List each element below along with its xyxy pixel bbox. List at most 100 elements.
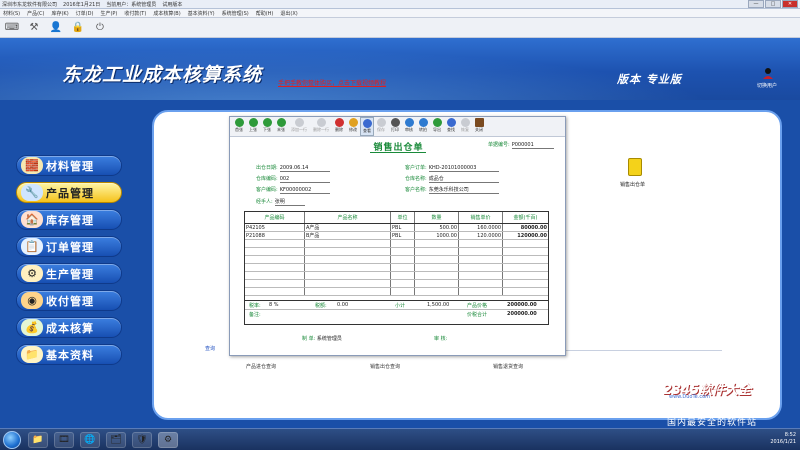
minimize-button[interactable]: — [748, 0, 764, 8]
warehouse-code-label: 仓库编码: [256, 176, 278, 182]
menu-help[interactable]: 帮助(H) [256, 10, 274, 17]
sidebar-item-cost[interactable]: 💰 成本核算 [16, 317, 122, 338]
sales-note-icon[interactable] [628, 158, 642, 176]
export-button[interactable]: 导出 [430, 117, 444, 136]
user-icon[interactable]: 👤 [48, 20, 64, 35]
sidebar-item-products[interactable]: 🔧 产品管理 [16, 182, 122, 203]
table-row-empty[interactable] [245, 272, 548, 280]
maximize-button[interactable]: □ [765, 0, 781, 8]
shield-icon[interactable]: 🛡 [132, 432, 152, 448]
save-label: 保存 [377, 127, 385, 132]
sales-out-query-link[interactable]: 销售出仓查询 [370, 363, 400, 370]
remark-label: 备注: [249, 312, 261, 318]
sidebar-item-inventory[interactable]: 🏠 库存管理 [16, 209, 122, 230]
delete-row-button[interactable]: 删除一行 [310, 117, 332, 136]
table-row-empty[interactable] [245, 256, 548, 264]
menu-products[interactable]: 产品(C) [27, 10, 44, 17]
sidebar-item-label: 生产管理 [46, 267, 94, 281]
transfer-button[interactable]: 转拍 [416, 117, 430, 136]
menu-production[interactable]: 生产(P) [100, 10, 117, 17]
save-icon [376, 118, 386, 127]
table-row[interactable]: P42105 A产品 PBL 500.00 160.0000 80000.00 [245, 224, 548, 232]
query-link[interactable]: 查询 [205, 345, 215, 352]
edit-icon [348, 118, 358, 127]
sidebar-item-payments[interactable]: ◉ 收付管理 [16, 290, 122, 311]
table-row-empty[interactable] [245, 264, 548, 272]
media-player-icon[interactable]: 🎞 [54, 432, 74, 448]
table-row[interactable]: P21088 B产品 PBL 1000.00 120.0000 120000.0… [245, 232, 548, 240]
sidebar-item-label: 收付管理 [46, 294, 94, 308]
sidebar-item-orders[interactable]: 📋 订单管理 [16, 236, 122, 257]
table-row-empty[interactable] [245, 240, 548, 248]
print-button[interactable]: 打印 [388, 117, 402, 136]
product-total-value: 200000.00 [507, 302, 537, 308]
folder-icon[interactable]: 🗂 [106, 432, 126, 448]
customer-code-value[interactable]: KF00000002 [279, 187, 330, 194]
title-user: 当前用户：系统管理员 [106, 1, 157, 8]
menu-base-data[interactable]: 基本资料(Y) [188, 10, 215, 17]
customer-order-label: 客户订单: [405, 165, 427, 171]
sales-return-query-link[interactable]: 销售退货查询 [493, 363, 523, 370]
sales-note-label[interactable]: 销售出仓单 [620, 181, 645, 188]
products-icon: 🔧 [21, 184, 43, 201]
switch-user-icon[interactable] [761, 66, 775, 80]
menu-payments[interactable]: 收付款(T) [124, 10, 146, 17]
app-task-icon[interactable]: ⚙ [158, 432, 178, 448]
doc-no-value[interactable]: P000001 [511, 142, 554, 149]
inventory-icon: 🏠 [21, 211, 43, 228]
next-button[interactable]: 下张 [260, 117, 274, 136]
prev-button[interactable]: 上张 [246, 117, 260, 136]
system-tray-clock[interactable]: 8:52 2016/1/21 [770, 432, 796, 446]
warehouse-code-value[interactable]: 002 [279, 176, 330, 183]
menu-materials[interactable]: 材料(S) [3, 10, 20, 17]
subtotal-label: 小计 [395, 303, 406, 309]
customer-order-value[interactable]: KHD-20101000003 [428, 165, 499, 172]
table-row-empty[interactable] [245, 288, 548, 296]
delete-icon [334, 118, 344, 127]
out-date-value[interactable]: 2009.06.14 [279, 165, 330, 172]
audit-icon [404, 118, 414, 127]
table-row-empty[interactable] [245, 280, 548, 288]
menu-orders[interactable]: 订单(D) [76, 10, 94, 17]
sidebar-item-base-data[interactable]: 📁 基本资料 [16, 344, 122, 365]
cell-name: A产品 [305, 224, 391, 231]
warehouse-name-value[interactable]: 成品仓 [428, 175, 499, 183]
last-button[interactable]: 末张 [274, 117, 288, 136]
find-button[interactable]: 查找 [444, 117, 458, 136]
app-title: 东龙工业成本核算系统 [62, 64, 263, 86]
switch-user-label[interactable]: 切换用户 [757, 82, 777, 89]
sidebar: 🧱 材料管理 🔧 产品管理 🏠 库存管理 📋 订单管理 ⚙ 生产管理 ◉ 收付管… [16, 155, 126, 371]
product-in-query-link[interactable]: 产品进仓查询 [246, 363, 276, 370]
edit-button[interactable]: 修改 [346, 117, 360, 136]
tools-icon[interactable]: ⚒ [26, 20, 42, 35]
power-icon[interactable]: ⏻ [92, 20, 108, 35]
menu-exit[interactable]: 退出(X) [280, 10, 297, 17]
table-row-empty[interactable] [245, 248, 548, 256]
close-button[interactable]: ✕ [782, 0, 798, 8]
menu-inventory[interactable]: 库存(K) [51, 10, 68, 17]
handler-value[interactable]: 张明 [274, 198, 305, 206]
explorer-icon[interactable]: 📁 [28, 432, 48, 448]
customer-name-value[interactable]: 东莞永乐科技公司 [428, 186, 499, 194]
menu-cost[interactable]: 成本核算(B) [153, 10, 180, 17]
sidebar-item-production[interactable]: ⚙ 生产管理 [16, 263, 122, 284]
save-button[interactable]: 保存 [374, 117, 388, 136]
next-label: 下张 [263, 127, 271, 132]
menu-system[interactable]: 系统管理(S) [222, 10, 249, 17]
first-button[interactable]: 首张 [232, 117, 246, 136]
restore-button[interactable]: 恢复 [458, 117, 472, 136]
tutorial-link[interactable]: 手把手教你整体购买，点击下载视频教程 [278, 78, 386, 87]
cell-amount: 120000.00 [517, 233, 547, 239]
cell-code: P42105 [245, 224, 305, 231]
lock-icon[interactable]: 🔒 [70, 20, 86, 35]
audit-button[interactable]: 审核 [402, 117, 416, 136]
close-form-button[interactable]: 关闭 [472, 117, 486, 136]
keyboard-icon[interactable]: ⌨ [4, 20, 20, 35]
delete-button[interactable]: 删除 [332, 117, 346, 136]
cell-unit: PBL [391, 224, 415, 231]
start-button[interactable] [3, 431, 21, 449]
ie-icon[interactable]: 🌐 [80, 432, 100, 448]
sidebar-item-materials[interactable]: 🧱 材料管理 [16, 155, 122, 176]
view-button[interactable]: 查看 [360, 117, 374, 136]
add-row-button[interactable]: 添加一行 [288, 117, 310, 136]
